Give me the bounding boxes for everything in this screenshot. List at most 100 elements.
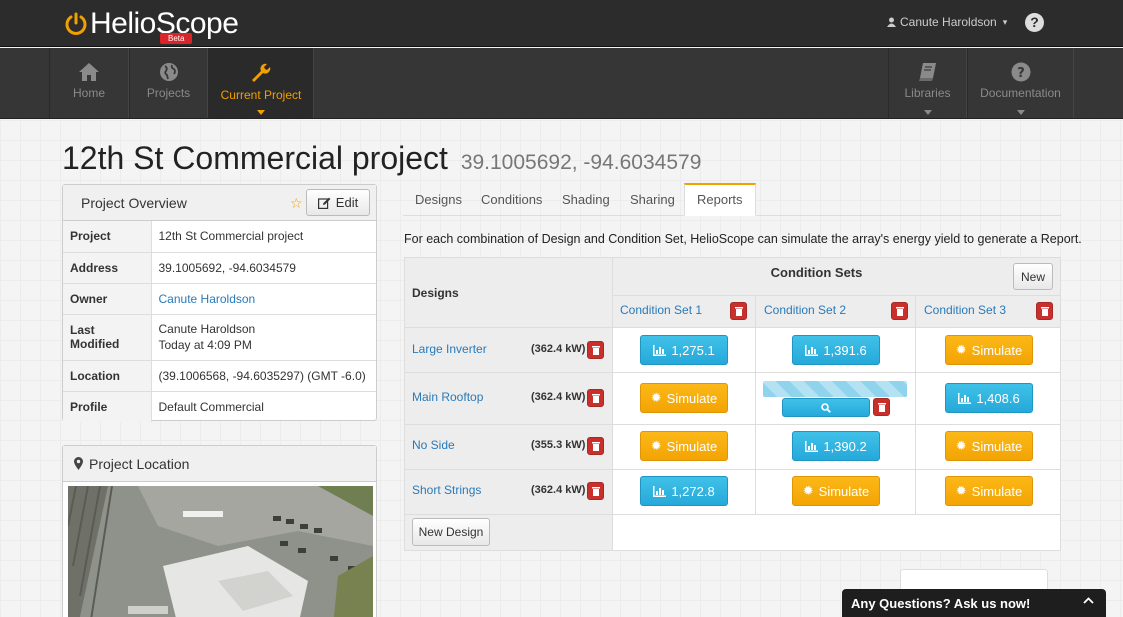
nav-home[interactable]: Home: [49, 48, 129, 118]
new-design-button[interactable]: New Design: [412, 518, 490, 546]
row-divider: [405, 469, 1060, 470]
condition-sets-title: Condition Sets: [770, 265, 863, 280]
designs-header: Designs: [412, 286, 459, 300]
overview-row: Owner Canute Haroldson: [63, 282, 376, 314]
view-simulation-button[interactable]: [782, 398, 870, 417]
report-result-button[interactable]: 1,408.6: [945, 383, 1033, 413]
gear-icon: ✹: [802, 483, 814, 498]
delete-design-button[interactable]: [587, 437, 604, 455]
overview-value: 12th St Commercial project: [158, 229, 304, 244]
bar-chart-icon: [805, 440, 819, 452]
panel-header: Project Overview ☆ Edit: [63, 185, 376, 221]
nav-libraries[interactable]: Libraries: [888, 48, 967, 118]
magnifier-icon: [821, 402, 831, 413]
chat-widget[interactable]: Any Questions? Ask us now!: [842, 589, 1106, 617]
simulate-button[interactable]: ✹ Simulate: [945, 335, 1033, 365]
tab-designs[interactable]: Designs: [403, 183, 474, 216]
design-capacity: (355.3 kW): [531, 439, 586, 451]
simulate-button[interactable]: ✹ Simulate: [945, 431, 1033, 461]
design-link[interactable]: Main Rooftop: [412, 390, 483, 404]
design-capacity: (362.4 kW): [531, 484, 586, 496]
project-location-panel: Project Location: [62, 445, 377, 617]
nav-documentation[interactable]: ? Documentation: [967, 48, 1074, 118]
report-result-button[interactable]: 1,275.1: [640, 335, 728, 365]
gear-icon: ✹: [955, 342, 967, 357]
panel-header: Project Location: [63, 446, 376, 482]
overview-row: Last Modified Canute Haroldson Today at …: [63, 313, 376, 360]
report-result-button[interactable]: 1,390.2: [792, 431, 880, 461]
overview-row: Address 39.1005692, -94.6034579: [63, 251, 376, 283]
trash-icon: [734, 307, 743, 316]
user-icon: [887, 17, 896, 27]
simulate-button[interactable]: ✹ Simulate: [640, 431, 728, 461]
tab-sharing[interactable]: Sharing: [618, 183, 687, 216]
tab-conditions[interactable]: Conditions: [469, 183, 554, 216]
gear-icon: ✹: [955, 483, 967, 498]
overview-key: Location: [63, 359, 152, 391]
condition-set-link[interactable]: Condition Set 1: [620, 303, 702, 317]
satellite-map[interactable]: [68, 486, 373, 617]
simulate-button[interactable]: ✹ Simulate: [945, 476, 1033, 506]
column-divider: [915, 296, 916, 514]
report-result-button[interactable]: 1,272.8: [640, 476, 728, 506]
project-coords: 39.1005692, -94.6034579: [460, 151, 702, 174]
report-result-button[interactable]: 1,391.6: [792, 335, 880, 365]
overview-key: Last Modified: [63, 313, 152, 360]
owner-link[interactable]: Canute Haroldson: [159, 292, 256, 306]
user-name: Canute Haroldson: [900, 15, 997, 29]
simulate-button[interactable]: ✹ Simulate: [640, 383, 728, 413]
design-link[interactable]: Large Inverter: [412, 342, 487, 356]
row-divider: [405, 424, 1060, 425]
star-icon[interactable]: ☆: [290, 195, 303, 212]
delete-condition-set-button[interactable]: [1036, 302, 1053, 320]
condition-set-link[interactable]: Condition Set 3: [924, 303, 1006, 317]
nav-projects[interactable]: Projects: [129, 48, 208, 118]
beta-badge: Beta: [160, 33, 193, 44]
panel-title: Project Location: [89, 456, 190, 472]
result-value: 1,408.6: [976, 390, 1020, 406]
condition-set-link[interactable]: Condition Set 2: [764, 303, 846, 317]
overview-value: Canute Haroldson Today at 4:09 PM: [151, 313, 376, 360]
design-capacity: (362.4 kW): [531, 343, 586, 355]
result-value: 1,272.8: [671, 483, 715, 499]
gear-icon: ✹: [650, 438, 662, 453]
reports-grid: Designs Condition Sets New Condition Set…: [404, 257, 1061, 551]
user-menu[interactable]: Canute Haroldson ▾: [887, 15, 1007, 29]
wrench-icon: [252, 63, 271, 82]
book-icon: [918, 63, 936, 81]
tab-shading[interactable]: Shading: [550, 183, 622, 216]
trash-icon: [895, 307, 904, 316]
design-link[interactable]: No Side: [412, 438, 455, 452]
delete-design-button[interactable]: [587, 389, 604, 407]
delete-condition-set-button[interactable]: [730, 302, 747, 320]
caret-down-icon: [923, 110, 932, 115]
design-capacity: (362.4 kW): [531, 391, 586, 403]
column-divider: [755, 296, 756, 514]
delete-design-button[interactable]: [587, 482, 604, 500]
design-link[interactable]: Short Strings: [412, 483, 481, 497]
nav-current-project[interactable]: Current Project: [208, 48, 314, 118]
overview-table: Project 12th St Commercial project Addre…: [63, 221, 376, 422]
bar-chart-icon: [805, 344, 819, 356]
overview-row: Profile Default Commercial: [63, 390, 376, 422]
project-title: 12th St Commercial project: [62, 140, 448, 176]
caret-down-icon: ▾: [1002, 16, 1008, 27]
edit-button[interactable]: Edit: [306, 189, 370, 216]
row-divider: [405, 327, 1060, 328]
modified-time: Today at 4:09 PM: [158, 338, 252, 352]
question-icon: ?: [1011, 62, 1030, 82]
delete-design-button[interactable]: [587, 341, 604, 359]
simulate-button[interactable]: ✹ Simulate: [792, 476, 880, 506]
helioscope-logo[interactable]: HelioScope: [64, 5, 239, 43]
svg-text:?: ?: [1017, 66, 1025, 81]
trash-icon: [591, 394, 600, 403]
main-nav: Home Projects Current Project Libraries …: [0, 48, 1123, 119]
delete-simulation-button[interactable]: [873, 398, 890, 416]
tab-reports[interactable]: Reports: [684, 183, 756, 216]
overview-row: Project 12th St Commercial project: [63, 221, 376, 252]
new-condition-set-button[interactable]: New: [1013, 263, 1053, 290]
chevron-up-icon: [1083, 597, 1094, 604]
delete-condition-set-button[interactable]: [891, 302, 908, 320]
nav-label: Projects: [146, 86, 191, 100]
help-icon[interactable]: ?: [1025, 13, 1044, 32]
